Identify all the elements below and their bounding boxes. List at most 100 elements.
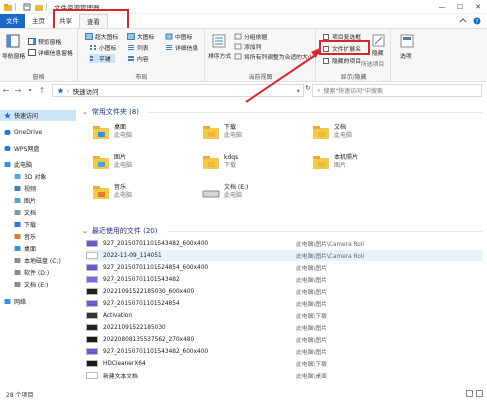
frequent-folder-tile[interactable]: kdqs 下载	[202, 154, 238, 170]
pane-group-label: 窗格	[32, 74, 45, 81]
forward-icon[interactable]: →	[12, 86, 24, 95]
frequent-folder-tile[interactable]: 桌面 此电脑	[92, 124, 132, 140]
details-pane-button[interactable]: 详细信息窗格	[28, 48, 73, 57]
nav-item[interactable]: 下载	[0, 219, 76, 230]
layout-tiles[interactable]: 平铺	[89, 54, 115, 63]
collapse-ribbon-icon[interactable]	[459, 17, 467, 25]
file-name: 20220808135537562_270x480	[103, 336, 195, 343]
close-button[interactable]: ✕	[469, 0, 487, 14]
tile-name: 文档 (E:)	[224, 184, 249, 191]
hidden-items-checkbox[interactable]	[323, 57, 329, 64]
properties-icon[interactable]	[23, 3, 31, 11]
layout-small-icons[interactable]: 小图标	[89, 43, 116, 52]
item-count: 28 个项目	[6, 391, 34, 399]
recent-file-row[interactable]: 927_20150701101543482_600x400 此电脑\图片\Came…	[86, 238, 483, 249]
nav-item[interactable]: 图片	[0, 195, 76, 206]
file-name: 927_20150701101543482_600x400	[103, 240, 209, 247]
hidden-items-toggle[interactable]: 隐藏的项目	[323, 56, 361, 65]
up-icon[interactable]: ↑	[36, 86, 48, 95]
file-thumbnail	[86, 348, 98, 355]
help-icon[interactable]: ?	[473, 17, 481, 25]
small-icons-icon	[90, 45, 96, 50]
preview-pane-label: 预览窗格	[38, 40, 62, 46]
nav-item[interactable]: 本地磁盘 (C:)	[0, 255, 76, 266]
group-by-button[interactable]: 分组依据	[234, 32, 267, 41]
address-dropdown-icon[interactable]: ▾	[297, 87, 300, 95]
frequent-folder-tile[interactable]: 图片 此电脑	[92, 154, 132, 170]
layout-details[interactable]: 详细信息	[165, 43, 198, 52]
music-icon	[14, 234, 21, 239]
recent-files-header[interactable]: ⌄ 最近使用的文件 (20)	[82, 226, 157, 236]
hide-selected-button[interactable]: 隐藏	[372, 51, 384, 58]
tile-name: 桌面	[114, 124, 127, 131]
item-checkboxes-checkbox[interactable]	[323, 33, 329, 40]
sort-button[interactable]: 排序方式	[208, 51, 231, 60]
nav-item[interactable]: 音乐	[0, 231, 76, 242]
recent-file-row[interactable]: 20220808135537562_270x480 此电脑\图片	[86, 334, 483, 345]
nav-item[interactable]: 软件 (D:)	[0, 267, 76, 278]
recent-file-row[interactable]: 新建文本文档 此电脑\桌面	[86, 370, 483, 381]
recent-locations-icon[interactable]: ▾	[24, 87, 36, 94]
nav-item[interactable]: 桌面	[0, 243, 76, 254]
navigation-pane-button[interactable]: 导航窗格	[2, 51, 25, 60]
large-icons-view-icon[interactable]	[476, 390, 483, 397]
star-icon	[4, 112, 11, 119]
nav-item[interactable]: 视频	[0, 183, 76, 194]
details-view-icon[interactable]	[466, 390, 473, 397]
nav-item[interactable]: 此电脑	[0, 159, 76, 170]
maximize-button[interactable]: ☐	[451, 0, 469, 14]
frequent-folders-header[interactable]: ⌄ 常用文件夹 (8)	[82, 107, 139, 117]
minimize-button[interactable]: —	[433, 0, 451, 14]
file-location: 此电脑\图片	[296, 278, 327, 284]
nav-item[interactable]: WPS网盘	[0, 143, 76, 154]
show-hide-group: 项目复选框 文件扩展名 隐藏的项目 隐藏 所选项目 显示/隐藏	[317, 29, 391, 83]
navigation-pane-icon[interactable]	[6, 34, 20, 48]
nav-item[interactable]: 文档	[0, 207, 76, 218]
current-view-group-label: 当前视图	[248, 74, 273, 81]
frequent-folder-tile[interactable]: 文档 此电脑	[312, 124, 352, 140]
nav-item[interactable]: OneDrive	[0, 127, 76, 138]
search-input[interactable]: ⌕ 搜索"快速访问"中搜索	[312, 84, 482, 97]
layout-extra-large-icons[interactable]: 超大图标	[85, 32, 118, 41]
sort-label: 排序方式	[208, 54, 232, 60]
recent-file-row[interactable]: HDCleanerX64 此电脑\下载	[86, 358, 483, 369]
layout-content[interactable]: 内容	[127, 54, 149, 63]
options-button[interactable]: 选项	[400, 51, 412, 60]
layout-large-icons[interactable]: 大图标	[127, 32, 154, 41]
address-input[interactable]: › 快速访问 ▾	[52, 84, 304, 97]
tab-file[interactable]: 文件	[0, 14, 25, 28]
file-name: 927_20150701101543482	[103, 276, 180, 283]
ribbon: 导航窗格 预览窗格 详细信息窗格 窗格 超大图标 大图标 中图标 小图标 列表 …	[0, 28, 487, 83]
recent-file-row[interactable]: 20221091522185030 此电脑\图片	[86, 322, 483, 333]
frequent-folder-tile[interactable]: 本机照片 图片	[312, 154, 358, 170]
nav-item[interactable]: 文档 (E:)	[0, 279, 76, 290]
recent-file-row[interactable]: Activation 此电脑\下载	[86, 310, 483, 321]
add-columns-button[interactable]: 添加列	[234, 42, 261, 51]
recent-file-row[interactable]: 927_20150701101524854 此电脑\图片	[86, 298, 483, 309]
recent-file-row[interactable]: 927_20150701101543482 此电脑\图片	[86, 274, 483, 285]
nav-item[interactable]: 3D 对象	[0, 171, 76, 182]
nav-item[interactable]: 网络	[0, 296, 76, 307]
recent-file-row[interactable]: 20221091522185030_600x400 此电脑\图片	[86, 286, 483, 297]
recent-file-row[interactable]: 2022-11-09_114051 此电脑\图片\Camera Roll	[86, 250, 483, 261]
layout-medium-icons[interactable]: 中图标	[165, 32, 192, 41]
navigation-pane: 快速访问 OneDrive WPS网盘此电脑 3D 对象 视频 图片 文档 下载 音乐 桌面 本地磁…	[0, 100, 76, 388]
back-icon[interactable]: ←	[0, 86, 12, 95]
address-bar: ← → ▾ ↑ › 快速访问 ▾ ↻ ⌕ 搜索"快速访问"中搜索	[0, 82, 487, 99]
layout-list[interactable]: 列表	[127, 43, 149, 52]
recent-file-row[interactable]: 927_20150701101543482_600x400 此电脑\图片	[86, 346, 483, 357]
recent-file-row[interactable]: 927_20150701101524854_600x400 此电脑\图片	[86, 262, 483, 273]
frequent-folder-tile[interactable]: 文档 (E:) 此电脑	[202, 184, 248, 200]
frequent-folder-tile[interactable]: 下载 此电脑	[202, 124, 242, 140]
new-folder-icon[interactable]	[35, 3, 43, 11]
fit-columns-button[interactable]: 将所有列调整为合适的大小	[234, 52, 314, 61]
hide-selected-label: 所选项目	[361, 62, 385, 68]
nav-item[interactable]: 快速访问	[0, 110, 76, 121]
chevron-down-icon: ⌄	[82, 108, 88, 116]
folder-icon	[313, 126, 329, 139]
quick-access-star-icon	[57, 87, 64, 94]
preview-pane-button[interactable]: 预览窗格	[28, 37, 61, 46]
frequent-folder-tile[interactable]: 音乐 此电脑	[92, 184, 132, 200]
tab-home[interactable]: 主页	[25, 14, 52, 28]
file-name: 新建文本文档	[103, 374, 138, 380]
